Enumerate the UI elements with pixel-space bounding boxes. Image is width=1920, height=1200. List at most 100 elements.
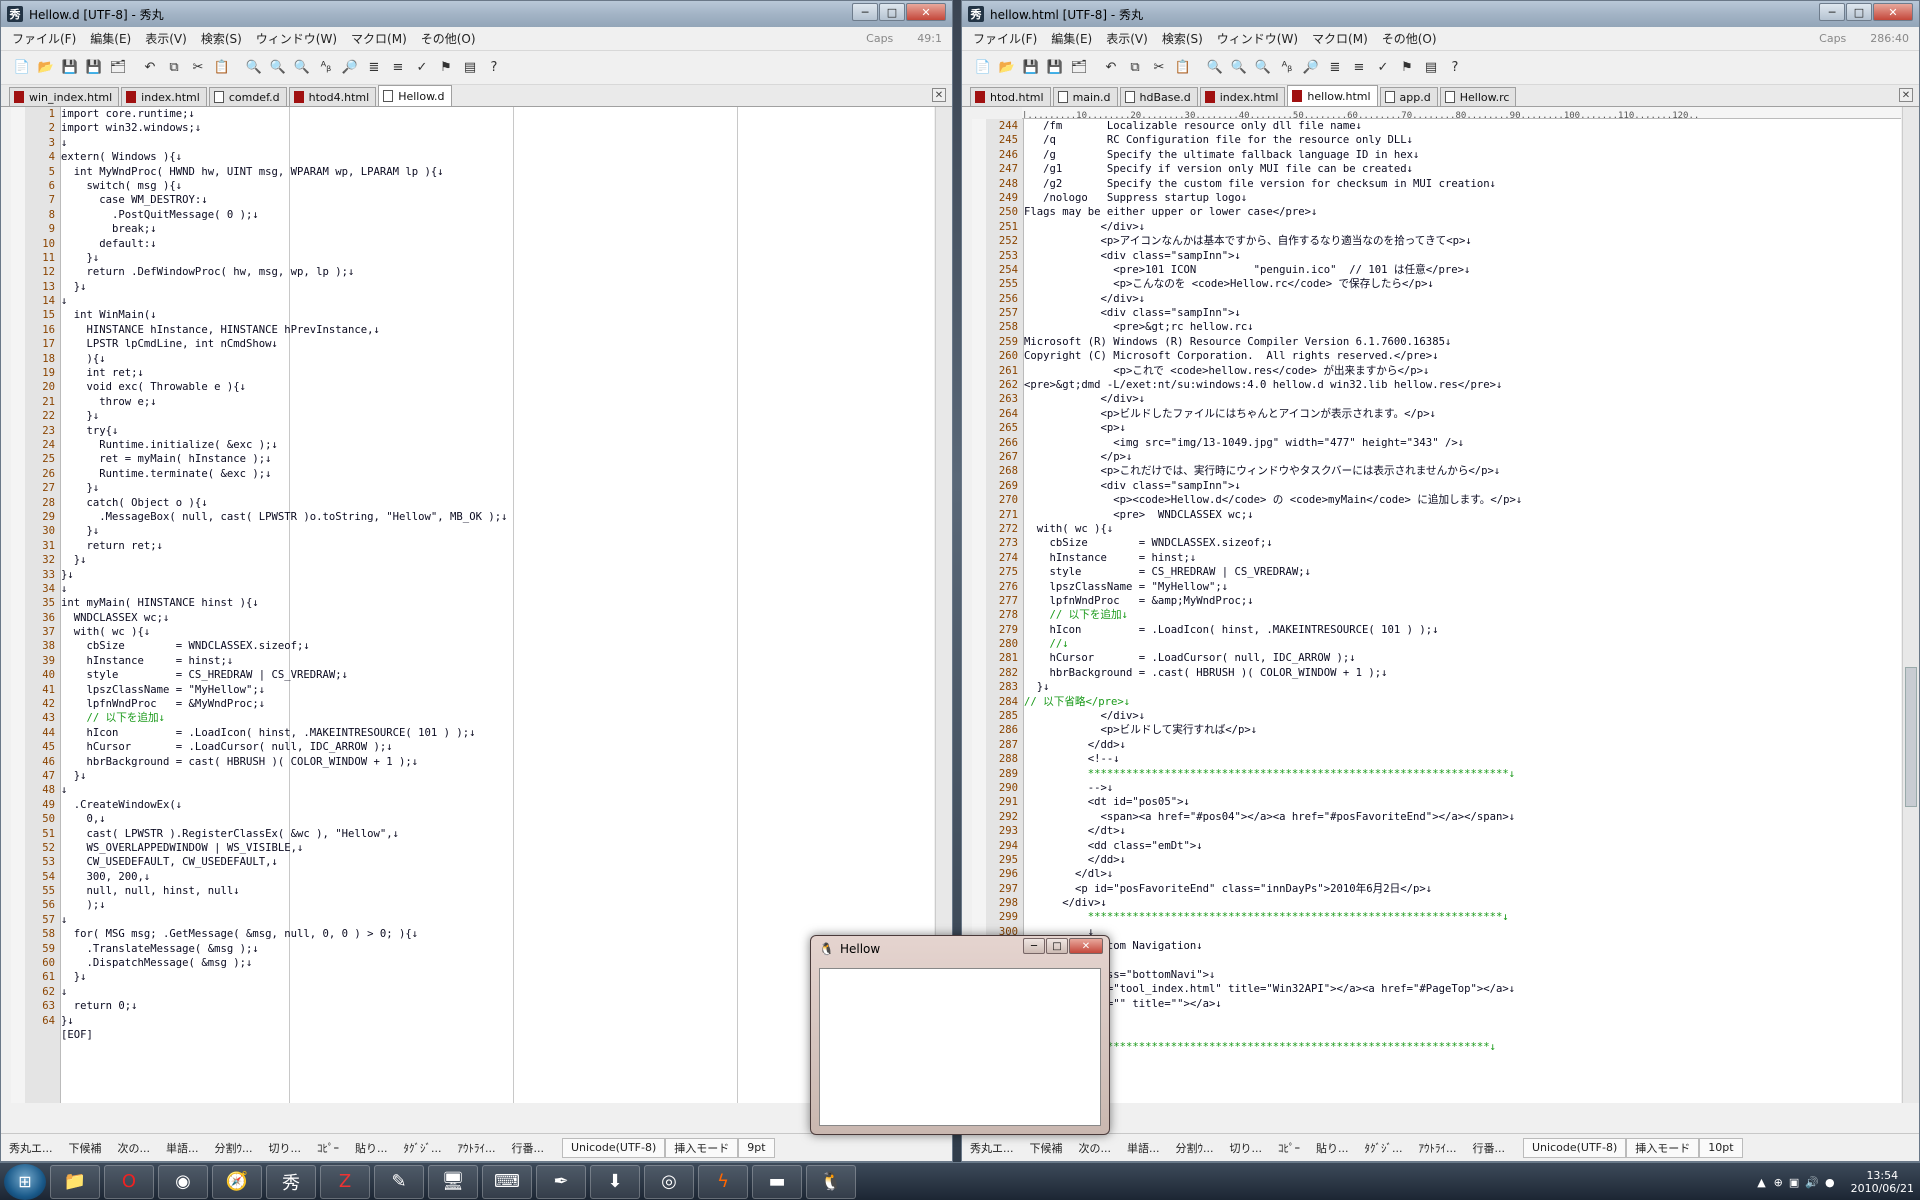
menu-view[interactable]: 表示(V) xyxy=(1099,30,1155,47)
opera-icon[interactable]: O xyxy=(104,1164,154,1199)
copy-icon[interactable]: ⧉ xyxy=(1124,57,1146,79)
cut-icon[interactable]: ✂ xyxy=(1148,57,1170,79)
tab-index-html[interactable]: index.html xyxy=(1199,87,1286,106)
save-as-icon[interactable]: 💾 xyxy=(83,57,105,79)
status-item[interactable]: 下候補 xyxy=(1022,1140,1071,1156)
close-button[interactable]: ✕ xyxy=(1069,938,1103,954)
copy-icon[interactable]: ⧉ xyxy=(163,57,185,79)
start-button[interactable]: ⊞ xyxy=(4,1163,46,1200)
title-bar[interactable]: 秀 Hellow.d [UTF-8] - 秀丸 ─ □ ✕ xyxy=(1,1,952,27)
maximize-button[interactable]: □ xyxy=(879,3,905,21)
menu-view[interactable]: 表示(V) xyxy=(138,30,194,47)
help-icon[interactable]: ? xyxy=(1444,57,1466,79)
grep-icon[interactable]: 🔎 xyxy=(339,57,361,79)
hidemaru-icon[interactable]: 秀 xyxy=(266,1164,316,1199)
hellow-client-area[interactable] xyxy=(819,968,1101,1126)
status-item[interactable]: 次の... xyxy=(1071,1140,1120,1156)
replace-icon[interactable]: ᴬᵦ xyxy=(1276,57,1298,79)
pencil-tool-icon[interactable]: ✎ xyxy=(374,1164,424,1199)
minimize-button[interactable]: ─ xyxy=(852,3,878,21)
menu-other[interactable]: その他(O) xyxy=(414,30,483,47)
save-icon[interactable]: 💾 xyxy=(59,57,81,79)
penguin-icon[interactable]: 🐧 xyxy=(806,1164,856,1199)
flash-icon[interactable]: ϟ xyxy=(698,1164,748,1199)
menu-file[interactable]: ファイル(F) xyxy=(5,30,83,47)
paste-icon[interactable]: 📋 xyxy=(211,57,233,79)
menu-search[interactable]: 検索(S) xyxy=(194,30,249,47)
tray-app-icon[interactable]: ● xyxy=(1825,1176,1835,1189)
safari-icon[interactable]: 🧭 xyxy=(212,1164,262,1199)
code-editor[interactable]: 244 /fm Localizable resource only dll fi… xyxy=(972,119,1901,1103)
spell-icon[interactable]: ✓ xyxy=(1372,57,1394,79)
search-next-icon[interactable]: 🔍 xyxy=(291,57,313,79)
new-file-icon[interactable]: 📄 xyxy=(972,57,994,79)
tab-app-d[interactable]: app.d xyxy=(1379,87,1438,106)
status-item[interactable]: 切り... xyxy=(1222,1140,1271,1156)
status-item[interactable]: ﾀｸﾞｼﾞ... xyxy=(396,1140,450,1156)
undo-icon[interactable]: ↶ xyxy=(139,57,161,79)
tab-htod4-html[interactable]: htod4.html xyxy=(288,87,377,106)
save-as-icon[interactable]: 💾 xyxy=(1044,57,1066,79)
tab-hellow-rc[interactable]: Hellow.rc xyxy=(1439,87,1517,106)
status-item[interactable]: 秀丸エ... xyxy=(1,1140,61,1156)
outline-icon[interactable]: ≡ xyxy=(387,57,409,79)
close-button[interactable]: ✕ xyxy=(1873,3,1913,21)
tab-hdbase-d[interactable]: hdBase.d xyxy=(1119,87,1198,106)
close-button[interactable]: ✕ xyxy=(906,3,946,21)
status-item[interactable]: 単語... xyxy=(158,1140,207,1156)
code-editor[interactable]: 1 import core.runtime;↓ 2 import win32.wind… xyxy=(11,107,934,1103)
status-item[interactable]: ｱｳﾄﾗｲ... xyxy=(450,1140,504,1156)
compare-icon[interactable]: ≣ xyxy=(363,57,385,79)
save-all-icon[interactable]: 🗂 xyxy=(1068,57,1090,79)
terminal-tool-icon[interactable]: ⌨ xyxy=(482,1164,532,1199)
explorer-icon[interactable]: 📁 xyxy=(50,1164,100,1199)
open-file-icon[interactable]: 📂 xyxy=(35,57,57,79)
vertical-scrollbar[interactable] xyxy=(1902,107,1919,1103)
title-bar[interactable]: 秀 hellow.html [UTF-8] - 秀丸 ─ □ ✕ xyxy=(962,1,1919,27)
tab-main-d[interactable]: main.d xyxy=(1052,87,1118,106)
network-icon[interactable]: ▣ xyxy=(1789,1176,1799,1189)
minimize-button[interactable]: ─ xyxy=(1819,3,1845,21)
status-item[interactable]: 分割ｳ... xyxy=(1168,1140,1222,1156)
outline-icon[interactable]: ≡ xyxy=(1348,57,1370,79)
window-split-icon[interactable]: ▤ xyxy=(1420,57,1442,79)
media-icon[interactable]: ◎ xyxy=(644,1164,694,1199)
status-item[interactable]: 単語... xyxy=(1119,1140,1168,1156)
maximize-button[interactable]: □ xyxy=(1846,3,1872,21)
save-all-icon[interactable]: 🗂 xyxy=(107,57,129,79)
bookmark-flag-icon[interactable]: ⚑ xyxy=(435,57,457,79)
status-item[interactable]: ｺﾋﾟｰ xyxy=(1270,1140,1308,1156)
window-split-icon[interactable]: ▤ xyxy=(459,57,481,79)
search-icon[interactable]: 🔍 xyxy=(1204,57,1226,79)
menu-edit[interactable]: 編集(E) xyxy=(1044,30,1099,47)
help-icon[interactable]: ? xyxy=(483,57,505,79)
search-next-icon[interactable]: 🔍 xyxy=(1252,57,1274,79)
menu-macro[interactable]: マクロ(M) xyxy=(1305,30,1375,47)
status-item[interactable]: 秀丸エ... xyxy=(962,1140,1022,1156)
minimize-button[interactable]: ─ xyxy=(1023,938,1045,954)
tray-arrow-icon[interactable]: ▲ xyxy=(1757,1176,1765,1189)
clock[interactable]: 13:54 2010/06/21 xyxy=(1851,1169,1914,1195)
tab-index-html[interactable]: index.html xyxy=(121,87,207,106)
search-icon[interactable]: 🔍 xyxy=(243,57,265,79)
cut-icon[interactable]: ✂ xyxy=(187,57,209,79)
menu-other[interactable]: その他(O) xyxy=(1375,30,1444,47)
search-prev-icon[interactable]: 🔍 xyxy=(267,57,289,79)
menu-file[interactable]: ファイル(F) xyxy=(966,30,1044,47)
paste-icon[interactable]: 📋 xyxy=(1172,57,1194,79)
tab-win-index-html[interactable]: win_index.html xyxy=(9,87,120,106)
status-item[interactable]: ﾀｸﾞｼﾞ... xyxy=(1357,1140,1411,1156)
tab-close-icon[interactable]: ✕ xyxy=(1899,88,1913,102)
tab-close-icon[interactable]: ✕ xyxy=(932,88,946,102)
pen-icon[interactable]: ✒ xyxy=(536,1164,586,1199)
status-item[interactable]: 貼り... xyxy=(347,1140,396,1156)
maximize-button[interactable]: □ xyxy=(1046,938,1068,954)
bookmark-flag-icon[interactable]: ⚑ xyxy=(1396,57,1418,79)
replace-icon[interactable]: ᴬᵦ xyxy=(315,57,337,79)
tab-comdef-d[interactable]: comdef.d xyxy=(208,87,287,106)
save-icon[interactable]: 💾 xyxy=(1020,57,1042,79)
status-item[interactable]: 切り... xyxy=(261,1140,310,1156)
ime-icon[interactable]: ⊕ xyxy=(1774,1176,1783,1189)
tab-hellow-d[interactable]: Hellow.d xyxy=(378,85,452,106)
status-item[interactable]: 貼り... xyxy=(1308,1140,1357,1156)
